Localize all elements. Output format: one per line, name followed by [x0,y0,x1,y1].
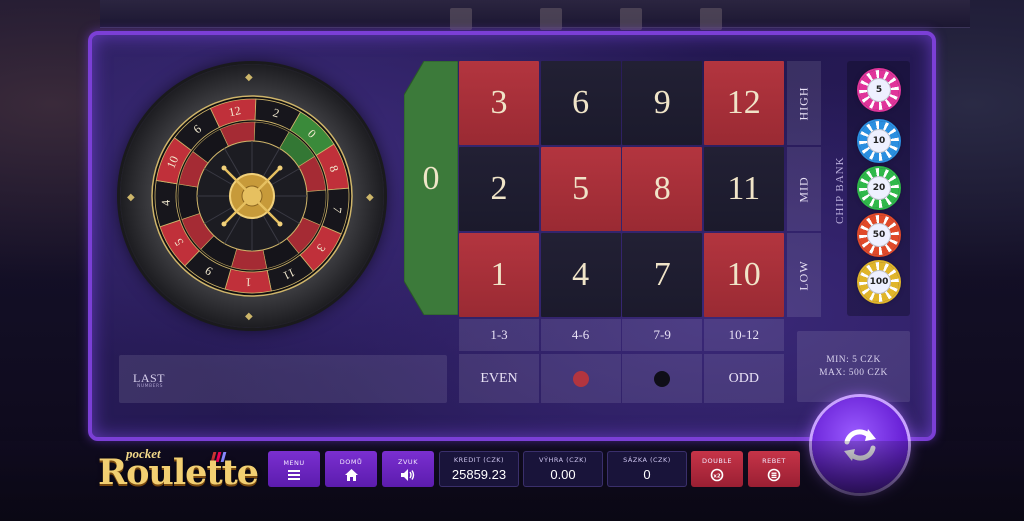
bet-limits: MIN: 5 CZK MAX: 500 CZK [797,331,910,402]
red-dot-icon [572,370,589,387]
chip-value: 50 [867,223,891,247]
outside-bets: EVEN ODD [459,354,784,403]
win-value: 0.00 [550,467,576,482]
rebet-icon [767,468,781,481]
bet-odd[interactable]: ODD [703,354,784,403]
win-label: VÝHRA (CZK) [539,456,587,464]
chip-value: 100 [867,270,891,294]
wheel-diamond-icon: ◆ [366,192,374,203]
max-limit: MAX: 500 CZK [819,367,888,378]
bet-number[interactable]: 9 [622,61,703,145]
double-icon: x2 [710,468,724,481]
hamburger-icon [288,469,300,480]
home-label: DOMŮ [339,457,363,466]
double-button[interactable]: DOUBLE x2 [691,451,743,487]
home-button[interactable]: DOMŮ [325,451,377,487]
bet-low[interactable]: LOW [787,233,821,317]
ceiling-rail [100,0,970,28]
bet-label: SÁZKA (CZK) [623,456,671,464]
side-bets: HIGH MID LOW [787,61,821,317]
ceiling-ornament [540,8,562,30]
wheel-number: 4 [159,199,173,206]
bet-number[interactable]: 4 [540,233,621,317]
wheel-number: 1 [245,275,252,289]
chip-value: 20 [867,176,891,200]
ceiling-ornament [450,8,472,30]
last-numbers-panel: LAST NUMBERS [119,355,447,403]
chip-10[interactable]: 10 [859,121,899,161]
bet-high[interactable]: HIGH [787,61,821,145]
chip-100[interactable]: 100 [859,262,899,302]
menu-button[interactable]: MENU [268,451,320,487]
chip-5[interactable]: 5 [859,70,899,110]
bet-range-7-9[interactable]: 7-9 [622,319,703,351]
logo-roulette: Roulette [98,452,259,493]
bet-number[interactable]: 8 [622,147,703,231]
range-bets: 1-3 4-6 7-9 10-12 [459,319,784,351]
zero-label: 0 [422,160,440,197]
bet-number[interactable]: 1 [459,233,539,317]
bet-high-label: HIGH [796,86,811,120]
chip-value: 5 [867,78,891,102]
sound-label: ZVUK [398,457,418,466]
black-dot-icon [654,370,671,387]
rebet-label: REBET [762,456,786,465]
double-label: DOUBLE [701,456,733,465]
bet-number[interactable]: 7 [622,233,703,317]
last-numbers-subtitle: NUMBERS [137,384,163,389]
bet-number[interactable]: 2 [459,147,539,231]
wheel-inner-pocket [231,248,268,271]
chip-50[interactable]: 50 [859,215,899,255]
bet-even[interactable]: EVEN [459,354,539,403]
min-limit: MIN: 5 CZK [826,354,881,365]
bet-red[interactable] [540,354,621,403]
wheel-diamond-icon: ◆ [245,311,253,322]
bet-display: SÁZKA (CZK) 0 [607,451,687,487]
bet-range-10-12[interactable]: 10-12 [703,319,784,351]
bet-black[interactable] [622,354,703,403]
bet-range-4-6[interactable]: 4-6 [540,319,621,351]
bet-mid-label: MID [796,175,811,203]
speaker-icon [401,468,415,481]
win-display: VÝHRA (CZK) 0.00 [523,451,603,487]
credit-display: KREDIT (CZK) 25859.23 [439,451,519,487]
chip-value: 10 [867,129,891,153]
bet-number[interactable]: 11 [703,147,784,231]
bet-number[interactable]: 3 [459,61,539,145]
rebet-button[interactable]: REBET [748,451,800,487]
sound-button[interactable]: ZVUK [382,451,434,487]
wheel-inner-pocket [177,183,201,220]
svg-text:x2: x2 [713,473,721,479]
menu-label: MENU [283,458,305,467]
credit-label: KREDIT (CZK) [453,456,505,464]
bet-range-1-3[interactable]: 1-3 [459,319,539,351]
home-icon [344,468,358,481]
game-logo: pocket Roulette [98,446,263,493]
bet-mid[interactable]: MID [787,147,821,231]
number-grid: 3 6 9 12 2 5 8 11 1 4 7 10 [459,61,784,317]
bet-number[interactable]: 12 [703,61,784,145]
wheel-diamond-icon: ◆ [245,72,253,83]
ceiling-ornament [700,8,722,30]
bet-number[interactable]: 6 [540,61,621,145]
bet-number[interactable]: 5 [540,147,621,231]
bet-value: 0 [643,467,651,482]
roulette-wheel: 087311195410612 2 [151,95,353,297]
credit-value: 25859.23 [451,467,507,482]
bet-number[interactable]: 10 [703,233,784,317]
ceiling-ornament [620,8,642,30]
page-dots-icon [556,514,586,520]
bet-low-label: LOW [796,259,811,291]
wheel-diamond-icon: ◆ [127,192,135,203]
chip-20[interactable]: 20 [859,168,899,208]
